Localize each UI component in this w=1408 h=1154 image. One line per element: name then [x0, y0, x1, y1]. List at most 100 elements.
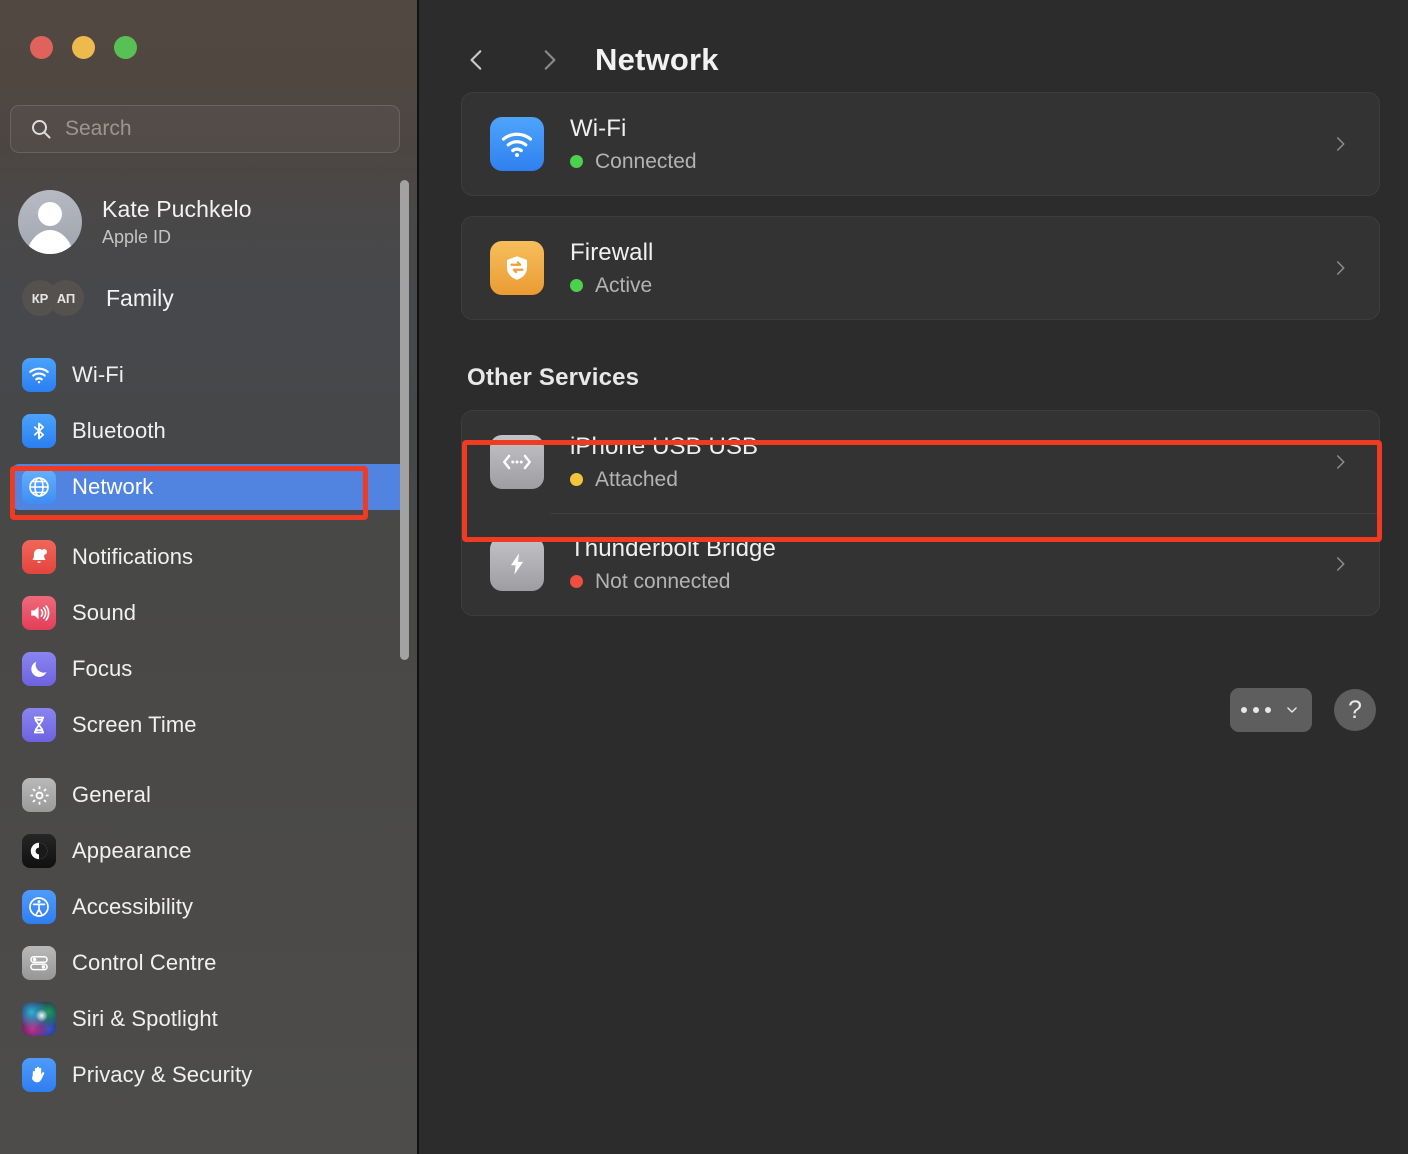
account-subtitle: Apple ID: [102, 227, 172, 247]
sidebar-item-control-centre[interactable]: Control Centre: [12, 940, 407, 986]
siri-orb-icon: [22, 1002, 56, 1036]
sidebar-item-label: Privacy & Security: [72, 1062, 253, 1087]
minimize-button[interactable]: [72, 36, 95, 59]
sidebar-item-general[interactable]: General: [12, 772, 407, 818]
family-avatar-1: КР: [22, 280, 58, 316]
account-name: Kate Puchkelo: [102, 196, 252, 222]
service-name: Firewall: [570, 238, 654, 266]
family-item[interactable]: КР АП Family: [22, 275, 392, 321]
status-label: Connected: [595, 149, 697, 173]
sidebar-item-sound[interactable]: Sound: [12, 590, 407, 636]
service-status: Active: [570, 274, 1331, 298]
settings-nav-list: Wi-Fi Bluetooth Network Notifications So…: [0, 352, 419, 1122]
apple-id-account[interactable]: Kate Puchkelo Apple ID: [18, 182, 388, 262]
sidebar-item-bluetooth[interactable]: Bluetooth: [12, 408, 407, 454]
firewall-shield-icon: [490, 241, 544, 295]
hand-icon: [22, 1058, 56, 1092]
forward-button[interactable]: [529, 40, 569, 80]
content-header: Network: [419, 0, 1408, 92]
chevron-down-icon: [1287, 707, 1297, 713]
more-options-button[interactable]: [1230, 688, 1312, 732]
search-field[interactable]: [10, 105, 400, 153]
sidebar-item-label: Appearance: [72, 838, 192, 863]
page-title: Network: [595, 42, 719, 77]
gear-icon: [22, 778, 56, 812]
bluetooth-icon: [22, 414, 56, 448]
sidebar-item-siri-spotlight[interactable]: Siri & Spotlight: [12, 996, 407, 1042]
speaker-icon: [22, 596, 56, 630]
service-status: Attached: [570, 468, 1331, 492]
status-label: Not connected: [595, 569, 731, 593]
sidebar-item-appearance[interactable]: Appearance: [12, 828, 407, 874]
zoom-button[interactable]: [114, 36, 137, 59]
ellipsis-icon: [1241, 707, 1271, 713]
service-name: Thunderbolt Bridge: [570, 534, 776, 562]
nav-group-alerts: Notifications Sound Focus Screen Time: [0, 534, 419, 748]
service-status: Not connected: [570, 570, 1331, 594]
sidebar-scrollbar[interactable]: [400, 180, 409, 660]
chevron-right-icon[interactable]: [1331, 130, 1349, 158]
status-dot: [570, 155, 583, 168]
family-label: Family: [106, 284, 174, 311]
service-card-firewall: Firewall Active: [461, 216, 1380, 320]
back-button[interactable]: [457, 40, 497, 80]
sidebar-item-focus[interactable]: Focus: [12, 646, 407, 692]
accessibility-icon: [22, 890, 56, 924]
sliders-icon: [22, 946, 56, 980]
service-name: Wi-Fi: [570, 114, 627, 142]
sidebar-item-label: Siri & Spotlight: [72, 1006, 218, 1031]
service-row-wifi[interactable]: Wi-Fi Connected: [462, 93, 1379, 195]
service-row-iphone-usb[interactable]: iPhone USB USB Attached: [462, 411, 1379, 513]
sidebar-item-label: General: [72, 782, 151, 807]
sidebar-item-label: Control Centre: [72, 950, 217, 975]
family-avatars: КР АП: [22, 280, 84, 316]
globe-icon: [22, 470, 56, 504]
ethernet-icon: [490, 435, 544, 489]
service-status: Connected: [570, 150, 1331, 174]
contrast-icon: [22, 834, 56, 868]
sidebar-item-label: Wi-Fi: [72, 362, 124, 387]
close-button[interactable]: [30, 36, 53, 59]
sidebar: Kate Puchkelo Apple ID КР АП Family: [0, 0, 419, 1154]
avatar: [18, 190, 82, 254]
content-pane: Network Wi-Fi Connected Firewall Active …: [419, 0, 1408, 1154]
wifi-icon: [490, 117, 544, 171]
sidebar-item-accessibility[interactable]: Accessibility: [12, 884, 407, 930]
sidebar-item-notifications[interactable]: Notifications: [12, 534, 407, 580]
moon-icon: [22, 652, 56, 686]
search-input[interactable]: [65, 117, 365, 141]
sidebar-item-wifi[interactable]: Wi-Fi: [12, 352, 407, 398]
status-dot: [570, 279, 583, 292]
system-settings-window: Kate Puchkelo Apple ID КР АП Family: [0, 0, 1408, 1154]
status-dot: [570, 473, 583, 486]
sidebar-item-label: Accessibility: [72, 894, 194, 919]
status-dot: [570, 575, 583, 588]
footer-buttons: ?: [1230, 688, 1376, 732]
service-card-other: iPhone USB USB Attached Thunderbolt Brid…: [461, 410, 1380, 616]
sidebar-item-label: Focus: [72, 656, 133, 681]
service-row-thunderbolt-bridge[interactable]: Thunderbolt Bridge Not connected: [462, 513, 1379, 615]
sidebar-item-label: Sound: [72, 600, 137, 625]
sidebar-item-label: Screen Time: [72, 712, 197, 737]
search-icon: [29, 117, 53, 141]
sidebar-item-screen-time[interactable]: Screen Time: [12, 702, 407, 748]
service-row-firewall[interactable]: Firewall Active: [462, 217, 1379, 319]
question-mark-icon: ?: [1348, 695, 1362, 724]
help-button[interactable]: ?: [1334, 689, 1376, 731]
wifi-icon: [22, 358, 56, 392]
sidebar-item-network[interactable]: Network: [12, 464, 407, 510]
service-card-wifi: Wi-Fi Connected: [461, 92, 1380, 196]
sidebar-item-label: Network: [72, 474, 154, 499]
bell-icon: [22, 540, 56, 574]
chevron-right-icon[interactable]: [1331, 254, 1349, 282]
nav-group-system: General Appearance Accessibility Control…: [0, 772, 419, 1098]
sidebar-item-privacy-security[interactable]: Privacy & Security: [12, 1052, 407, 1098]
window-traffic-lights: [30, 36, 137, 59]
section-title-other-services: Other Services: [467, 364, 640, 391]
chevron-right-icon[interactable]: [1331, 550, 1349, 578]
chevron-right-icon[interactable]: [1331, 448, 1349, 476]
hourglass-icon: [22, 708, 56, 742]
service-name: iPhone USB USB: [570, 432, 759, 460]
sidebar-item-label: Bluetooth: [72, 418, 166, 443]
status-label: Attached: [595, 467, 678, 491]
